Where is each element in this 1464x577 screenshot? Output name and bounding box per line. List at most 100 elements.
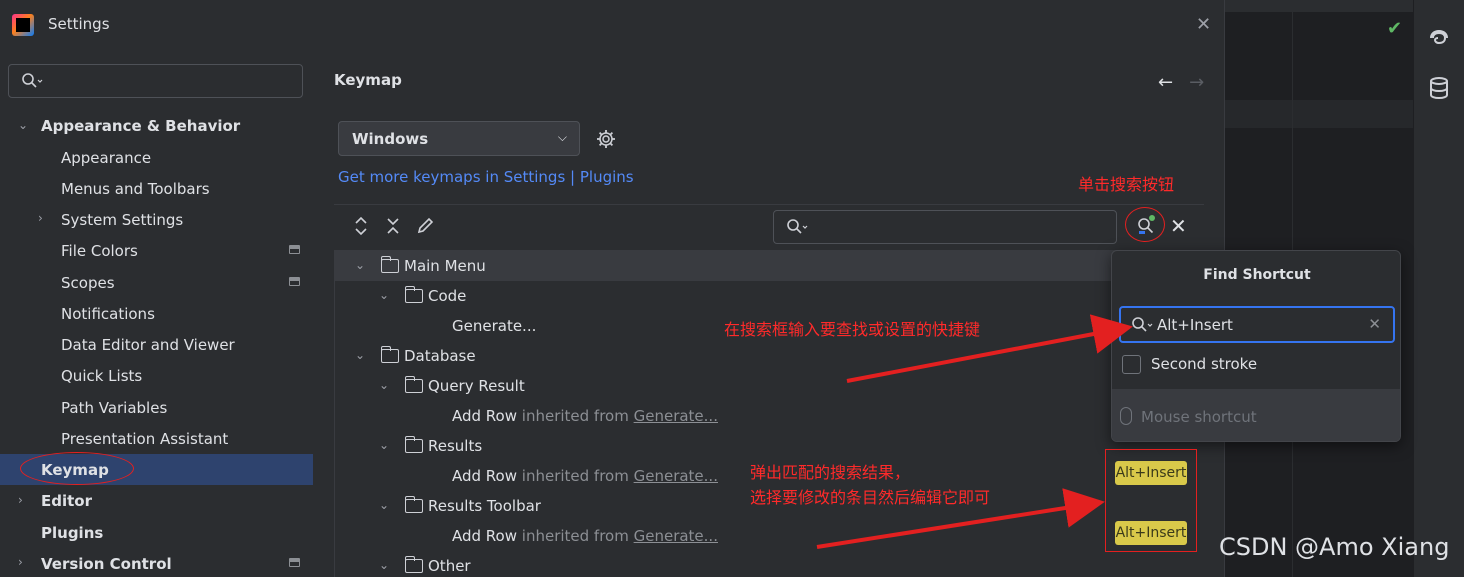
action-search-input[interactable] bbox=[773, 210, 1117, 244]
title-bar: Settings ✕ bbox=[0, 0, 1225, 50]
chevron-right-icon[interactable]: › bbox=[18, 493, 23, 507]
second-stroke-label: Second stroke bbox=[1151, 355, 1258, 373]
folder-icon bbox=[380, 346, 399, 363]
editor-top-strip bbox=[1225, 0, 1413, 12]
find-shortcut-popup: Find Shortcut Alt+Insert ✕ Second stroke… bbox=[1111, 250, 1401, 442]
chevron-down-icon[interactable]: ⌄ bbox=[379, 438, 389, 452]
sidebar-item-appearance-behavior[interactable]: Appearance & Behavior bbox=[41, 117, 240, 135]
inherited-text: inherited from bbox=[517, 467, 634, 485]
inherited-source-link[interactable]: Generate... bbox=[634, 527, 718, 545]
tree-row[interactable]: ⌄ Results bbox=[335, 431, 1205, 461]
sidebar-item-plugins[interactable]: Plugins bbox=[41, 524, 103, 542]
tree-row[interactable]: Add Row inherited from Generate... bbox=[335, 401, 1205, 431]
sidebar-item-scopes[interactable]: Scopes bbox=[61, 274, 115, 292]
shortcut-input[interactable]: Alt+Insert ✕ bbox=[1119, 306, 1395, 343]
folder-icon bbox=[404, 286, 423, 303]
link-plugins[interactable]: Plugins bbox=[580, 168, 634, 186]
mouse-shortcut-area[interactable]: Mouse shortcut bbox=[1112, 389, 1400, 441]
tree-row[interactable]: ⌄ Code bbox=[335, 281, 1205, 311]
chevron-down-icon[interactable]: ⌄ bbox=[379, 498, 389, 512]
sidebar-item-notifications[interactable]: Notifications bbox=[61, 305, 155, 323]
database-icon[interactable] bbox=[1427, 76, 1451, 100]
sidebar-item-path-variables[interactable]: Path Variables bbox=[61, 399, 167, 417]
settings-search-input[interactable] bbox=[8, 64, 303, 98]
keymap-select-value: Windows bbox=[352, 130, 429, 148]
folder-icon bbox=[380, 256, 399, 273]
sidebar-item-system-settings[interactable]: System Settings bbox=[61, 211, 183, 229]
annotation-ellipse-search-button bbox=[1125, 207, 1165, 242]
mouse-icon bbox=[1120, 407, 1132, 425]
sidebar-item-file-colors[interactable]: File Colors bbox=[61, 242, 138, 260]
folder-icon bbox=[404, 436, 423, 453]
tree-row-label: Add Row inherited from Generate... bbox=[452, 467, 718, 485]
clear-filter-icon[interactable]: ✕ bbox=[1170, 214, 1187, 238]
action-name: Add Row bbox=[452, 467, 518, 485]
settings-dialog: Settings ✕ ⌄ Appearance & Behavior Appea… bbox=[0, 0, 1225, 577]
tree-row-label: Results Toolbar bbox=[428, 497, 541, 515]
intellij-logo-icon bbox=[12, 14, 34, 36]
forward-arrow-icon[interactable]: → bbox=[1189, 72, 1204, 93]
link-separator: | bbox=[565, 168, 580, 186]
project-level-icon bbox=[289, 245, 300, 254]
folder-icon bbox=[404, 496, 423, 513]
annotation-rect-results bbox=[1105, 449, 1197, 552]
tree-row[interactable]: ⌄ Database bbox=[335, 341, 1205, 371]
chevron-right-icon[interactable]: › bbox=[18, 555, 23, 569]
sidebar-item-presentation-assistant[interactable]: Presentation Assistant bbox=[61, 430, 228, 448]
tree-row-label: Results bbox=[428, 437, 483, 455]
collapse-all-icon[interactable] bbox=[383, 216, 403, 236]
tree-row[interactable]: ⌄ Other bbox=[335, 551, 1205, 577]
close-icon[interactable]: ✕ bbox=[1196, 14, 1211, 35]
tree-row[interactable]: ⌄ Query Result bbox=[335, 371, 1205, 401]
tree-row-label: Add Row inherited from Generate... bbox=[452, 407, 718, 425]
action-name: Add Row bbox=[452, 407, 518, 425]
window-title: Settings bbox=[48, 15, 110, 33]
sidebar-item-editor[interactable]: Editor bbox=[41, 492, 92, 510]
get-keymaps-links: Get more keymaps in Settings | Plugins bbox=[338, 168, 634, 186]
settings-sidebar: ⌄ Appearance & Behavior Appearance Menus… bbox=[0, 50, 313, 577]
inherited-text: inherited from bbox=[517, 407, 634, 425]
keymap-scheme-select[interactable]: Windows ⌵ bbox=[338, 121, 580, 156]
editor-band bbox=[1225, 100, 1413, 128]
tree-row-label: Query Result bbox=[428, 377, 525, 395]
inherited-source-link[interactable]: Generate... bbox=[634, 467, 718, 485]
edit-pencil-icon[interactable] bbox=[415, 216, 435, 236]
tree-row-label: Main Menu bbox=[404, 257, 486, 275]
sidebar-item-appearance[interactable]: Appearance bbox=[61, 149, 151, 167]
ai-assistant-icon[interactable] bbox=[1427, 26, 1451, 50]
search-icon bbox=[1132, 317, 1153, 332]
tree-row[interactable]: Add Row inherited from Generate... bbox=[335, 521, 1205, 551]
gear-icon[interactable] bbox=[595, 128, 617, 150]
back-arrow-icon[interactable]: ← bbox=[1158, 72, 1173, 93]
action-name: Add Row bbox=[452, 527, 518, 545]
inherited-source-link[interactable]: Generate... bbox=[634, 407, 718, 425]
sidebar-item-quick-lists[interactable]: Quick Lists bbox=[61, 367, 142, 385]
chevron-down-icon[interactable]: ⌄ bbox=[379, 378, 389, 392]
second-stroke-checkbox[interactable] bbox=[1122, 355, 1141, 374]
sidebar-item-data-editor[interactable]: Data Editor and Viewer bbox=[61, 336, 235, 354]
chevron-right-icon[interactable]: › bbox=[38, 211, 43, 225]
chevron-down-icon[interactable]: ⌄ bbox=[355, 258, 365, 272]
chevron-down-icon[interactable]: ⌄ bbox=[379, 558, 389, 572]
tree-row[interactable]: ⌄ Main Menu bbox=[335, 251, 1205, 281]
chevron-down-icon[interactable]: ⌄ bbox=[355, 348, 365, 362]
clear-icon[interactable]: ✕ bbox=[1368, 315, 1381, 333]
folder-icon bbox=[404, 376, 423, 393]
link-settings[interactable]: Get more keymaps in Settings bbox=[338, 168, 565, 186]
sidebar-item-version-control[interactable]: Version Control bbox=[41, 555, 172, 573]
tree-row-label: Generate... bbox=[452, 317, 537, 335]
watermark: CSDN @Amo Xiang bbox=[1219, 533, 1450, 561]
keymap-action-tree: ⌄ Main Menu ⌄ Code Generate... ⌄ Databas… bbox=[334, 250, 1205, 577]
divider bbox=[334, 204, 1204, 205]
expand-all-icon[interactable] bbox=[351, 216, 371, 236]
annotation-ellipse-keymap bbox=[20, 452, 134, 485]
chevron-down-icon[interactable]: ⌄ bbox=[18, 118, 28, 132]
search-icon bbox=[22, 73, 43, 88]
annotation-result-line1: 弹出匹配的搜索结果， bbox=[750, 463, 911, 482]
sidebar-item-menus-toolbars[interactable]: Menus and Toolbars bbox=[61, 180, 210, 198]
folder-icon bbox=[404, 556, 423, 573]
check-icon: ✔ bbox=[1387, 18, 1403, 39]
chevron-down-icon[interactable]: ⌄ bbox=[379, 288, 389, 302]
navigation-arrows: ← → bbox=[1158, 72, 1204, 93]
search-icon bbox=[787, 219, 808, 234]
